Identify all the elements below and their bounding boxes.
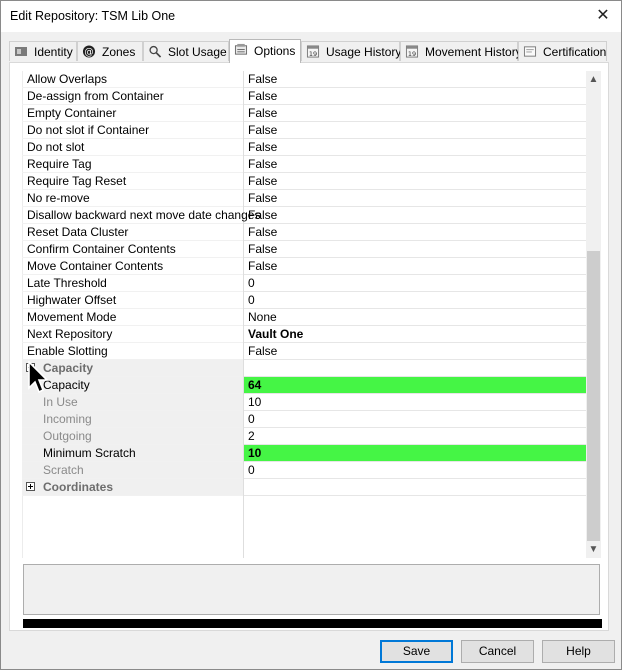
property-row-allow-overlaps[interactable]: Allow Overlaps False [22,71,586,88]
title-bar: Edit Repository: TSM Lib One ✕ [1,1,621,32]
property-row-no-re-move[interactable]: No re-move False [22,190,586,207]
property-row-do-not-slot[interactable]: Do not slot False [22,139,586,156]
property-row-outgoing[interactable]: Outgoing 2 [22,428,586,445]
property-row-confirm-container-contents[interactable]: Confirm Container Contents False [22,241,586,258]
tab-slot-usage[interactable]: Slot Usage [143,41,229,61]
tab-movement-history[interactable]: 19 Movement History [400,41,522,61]
scroll-down-icon[interactable]: ▼ [586,541,601,558]
property-row-movement-mode[interactable]: Movement Mode None [22,309,586,326]
description-panel [23,564,600,615]
calendar-icon: 19 [405,45,419,58]
tab-options[interactable]: Options [229,39,301,63]
close-icon[interactable]: ✕ [591,5,615,27]
property-row-highwater-offset[interactable]: Highwater Offset 0 [22,292,586,309]
tab-zones[interactable]: @ Zones [77,41,143,61]
at-sign-icon: @ [82,45,96,58]
property-row-reset-data-cluster[interactable]: Reset Data Cluster False [22,224,586,241]
category-capacity[interactable]: Capacity [22,360,586,377]
scroll-up-icon[interactable]: ▲ [586,71,601,88]
property-row-de-assign-from-container[interactable]: De-assign from Container False [22,88,586,105]
mouse-cursor-icon [28,361,49,394]
scrollbar-thumb[interactable] [587,251,600,541]
cancel-button[interactable]: Cancel [461,640,534,663]
vertical-scrollbar[interactable]: ▲ ▼ [586,71,601,558]
category-coordinates[interactable]: Coordinates [22,479,586,496]
status-bar [23,619,602,628]
svg-text:@: @ [84,47,93,58]
save-button[interactable]: Save [380,640,453,663]
tab-identity[interactable]: Identity [9,41,77,61]
edit-repository-dialog: Edit Repository: TSM Lib One ✕ Identity … [0,0,622,670]
property-row-do-not-slot-if-container[interactable]: Do not slot if Container False [22,122,586,139]
magnifier-icon [149,45,162,58]
window-title: Edit Repository: TSM Lib One [10,9,176,23]
property-grid: Allow Overlaps False De-assign from Conta… [22,71,586,558]
property-row-scratch[interactable]: Scratch 0 [22,462,586,479]
options-icon [234,43,248,55]
property-row-empty-container[interactable]: Empty Container False [22,105,586,122]
property-row-disallow-backward-next-move[interactable]: Disallow backward next move date changes… [22,207,586,224]
tab-certification[interactable]: Certification [518,41,607,61]
property-row-minimum-scratch[interactable]: Minimum Scratch 10 [22,445,586,462]
identity-icon [15,47,27,56]
property-row-require-tag[interactable]: Require Tag False [22,156,586,173]
property-row-capacity[interactable]: Capacity 64 [22,377,586,394]
calendar-icon: 19 [306,45,320,58]
property-row-enable-slotting[interactable]: Enable Slotting False [22,343,586,360]
property-row-require-tag-reset[interactable]: Require Tag Reset False [22,173,586,190]
property-row-move-container-contents[interactable]: Move Container Contents False [22,258,586,275]
property-row-incoming[interactable]: Incoming 0 [22,411,586,428]
property-row-in-use[interactable]: In Use 10 [22,394,586,411]
expand-icon[interactable] [26,482,35,491]
help-button[interactable]: Help [542,640,615,663]
tab-strip: Identity @ Zones Slot Usage Options 19 U… [9,39,607,63]
svg-text:19: 19 [309,50,317,58]
property-row-late-threshold[interactable]: Late Threshold 0 [22,275,586,292]
certificate-icon [523,46,537,57]
svg-text:19: 19 [408,50,416,58]
property-row-next-repository[interactable]: Next Repository Vault One [22,326,586,343]
tab-usage-history[interactable]: 19 Usage History [301,41,401,61]
